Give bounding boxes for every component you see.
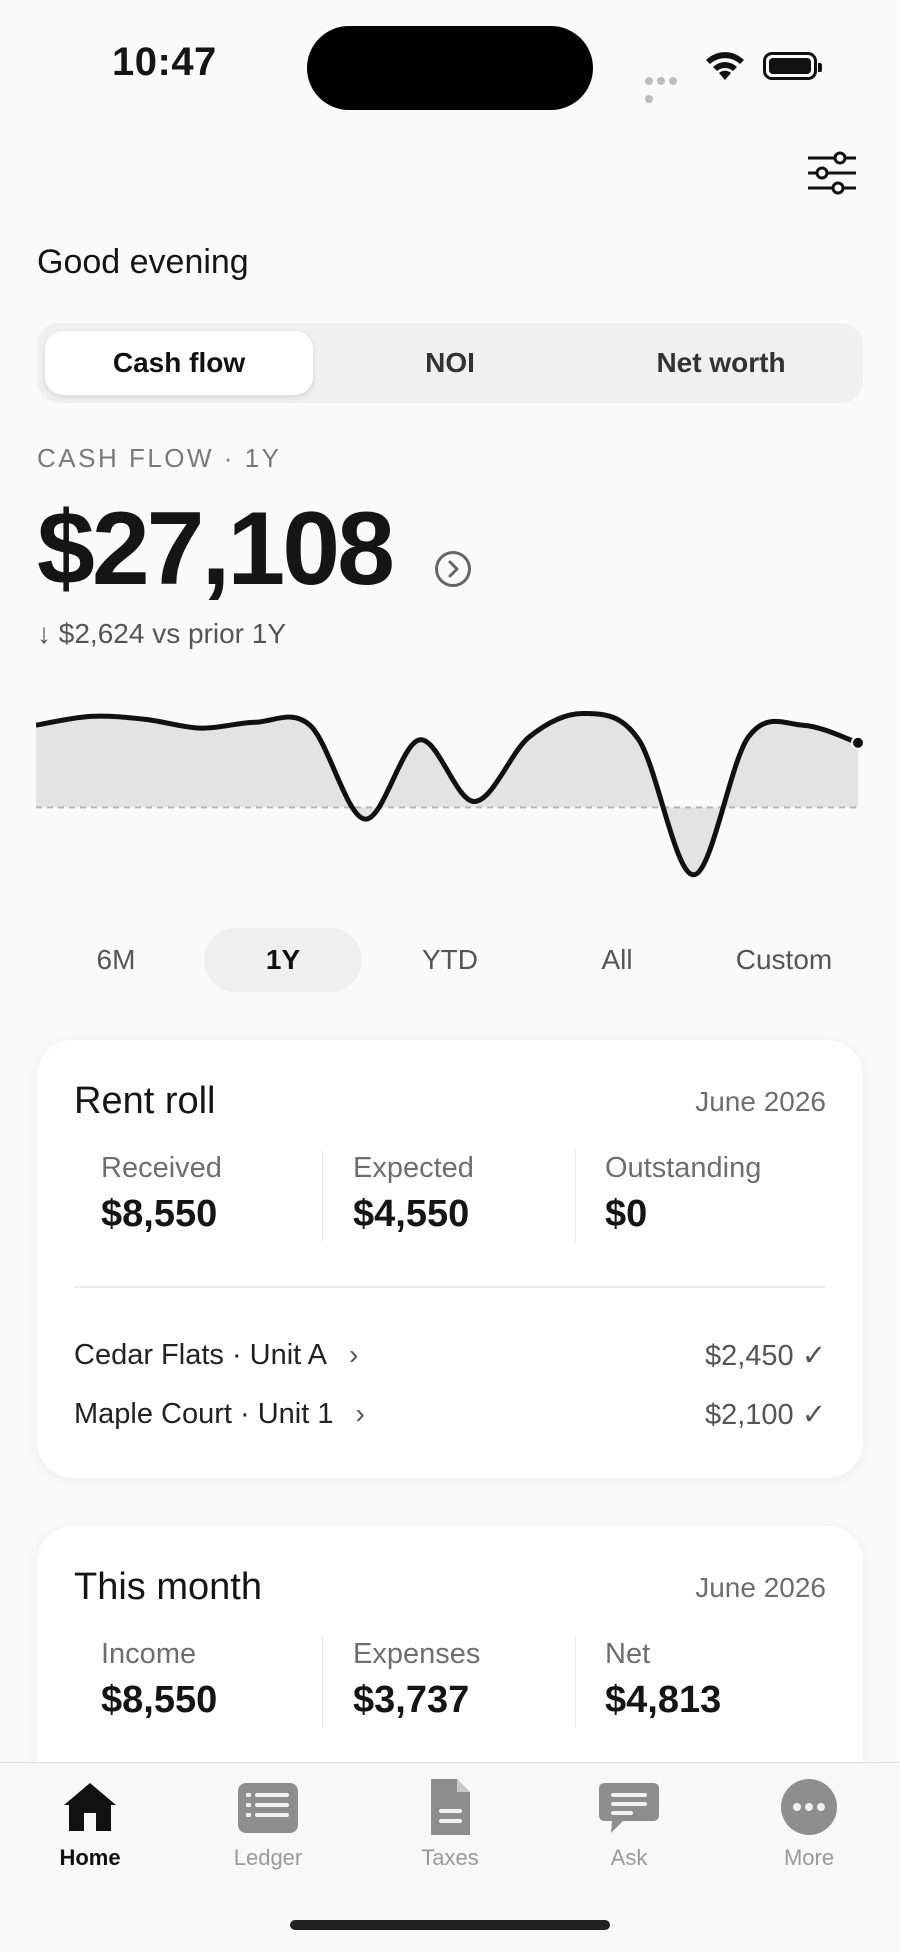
chat-icon	[599, 1783, 659, 1833]
range-6m[interactable]: 6M	[37, 928, 195, 992]
status-time: 10:47	[112, 40, 217, 84]
rent-roll-card: Rent roll June 2026 Received $8,550 Expe…	[37, 1040, 863, 1478]
home-indicator	[290, 1920, 610, 1930]
rent-roll-title: Rent roll	[74, 1080, 216, 1122]
stat-label: Outstanding	[605, 1152, 762, 1184]
tab-label: Ledger	[233, 1845, 303, 1870]
time-range-selector: 6M 1Y YTD All Custom	[37, 928, 863, 992]
tab-taxes[interactable]: Taxes	[390, 1777, 510, 1871]
range-1y[interactable]: 1Y	[204, 928, 362, 992]
segment-noi[interactable]: NOI	[316, 331, 584, 395]
stat-value: $8,550	[101, 1679, 218, 1721]
stat-value: $4,550	[353, 1193, 470, 1235]
stat-expected: Expected $4,550	[353, 1152, 593, 1236]
stat-net: Net $4,813	[605, 1638, 845, 1722]
divider	[575, 1150, 576, 1242]
rent-row-maple-court[interactable]: Maple Court · Unit 1 › $2,100 ✓	[74, 1392, 826, 1436]
stat-value: $8,550	[101, 1193, 218, 1235]
tab-home[interactable]: Home	[30, 1777, 150, 1871]
divider	[322, 1150, 323, 1242]
rent-row-cedar-flats[interactable]: Cedar Flats · Unit A › $2,450 ✓	[74, 1333, 826, 1377]
summary-delta: ↓ $2,624 vs prior 1Y	[37, 618, 287, 649]
more-icon	[781, 1779, 837, 1835]
wifi-icon	[706, 52, 744, 80]
greeting-title: Good evening	[37, 243, 249, 281]
tab-more[interactable]: More	[749, 1777, 869, 1871]
cash-flow-chart	[36, 710, 865, 878]
tab-ledger[interactable]: Ledger	[208, 1777, 328, 1871]
segment-net-worth[interactable]: Net worth	[587, 331, 855, 395]
tab-ask[interactable]: Ask	[569, 1777, 689, 1871]
range-ytd[interactable]: YTD	[371, 928, 529, 992]
tab-label: More	[783, 1845, 835, 1870]
stat-label: Expenses	[353, 1638, 481, 1670]
this-month-date: June 2026	[695, 1572, 826, 1603]
divider	[575, 1636, 576, 1728]
row-property-name: Cedar Flats · Unit A	[74, 1338, 328, 1371]
row-amount: $2,100 ✓	[704, 1398, 826, 1431]
stat-income: Income $8,550	[101, 1638, 341, 1722]
tab-label: Home	[59, 1845, 121, 1870]
divider	[74, 1286, 826, 1288]
stat-label: Net	[605, 1638, 651, 1670]
chevron-right-icon: ›	[349, 1339, 359, 1370]
metric-segmented-control: Cash flow NOI Net worth	[37, 323, 863, 403]
chart-current-point	[851, 735, 865, 750]
row-property-name: Maple Court · Unit 1	[74, 1397, 334, 1430]
dynamic-island	[307, 26, 593, 110]
stat-outstanding: Outstanding $0	[605, 1152, 845, 1236]
range-all[interactable]: All	[538, 928, 696, 992]
tab-label: Ask	[610, 1845, 648, 1870]
ledger-icon	[238, 1783, 298, 1833]
row-amount: $2,450 ✓	[704, 1339, 826, 1372]
filter-sliders-icon[interactable]	[806, 150, 858, 196]
document-icon	[431, 1779, 470, 1835]
range-custom[interactable]: Custom	[705, 928, 863, 992]
this-month-title: This month	[74, 1566, 262, 1608]
chevron-right-icon: ›	[355, 1398, 365, 1429]
cellular-signal-icon	[645, 72, 691, 103]
summary-kicker: CASH FLOW · 1Y	[37, 443, 282, 473]
stat-label: Expected	[353, 1152, 474, 1184]
stat-value: $4,813	[605, 1679, 722, 1721]
chart-area-fill	[36, 713, 858, 875]
stat-value: $3,737	[353, 1679, 470, 1721]
divider	[322, 1636, 323, 1728]
stat-value: $0	[605, 1193, 648, 1235]
battery-icon	[763, 52, 822, 80]
stat-received: Received $8,550	[101, 1152, 341, 1236]
stat-label: Received	[101, 1152, 222, 1184]
chevron-right-circle-icon[interactable]	[434, 550, 472, 588]
tab-label: Taxes	[421, 1845, 479, 1870]
stat-label: Income	[101, 1638, 197, 1670]
home-icon	[64, 1783, 116, 1831]
segment-cash-flow[interactable]: Cash flow	[45, 331, 313, 395]
stat-expenses: Expenses $3,737	[353, 1638, 593, 1722]
summary-amount: $27,108	[37, 491, 395, 607]
rent-roll-date: June 2026	[695, 1086, 826, 1117]
